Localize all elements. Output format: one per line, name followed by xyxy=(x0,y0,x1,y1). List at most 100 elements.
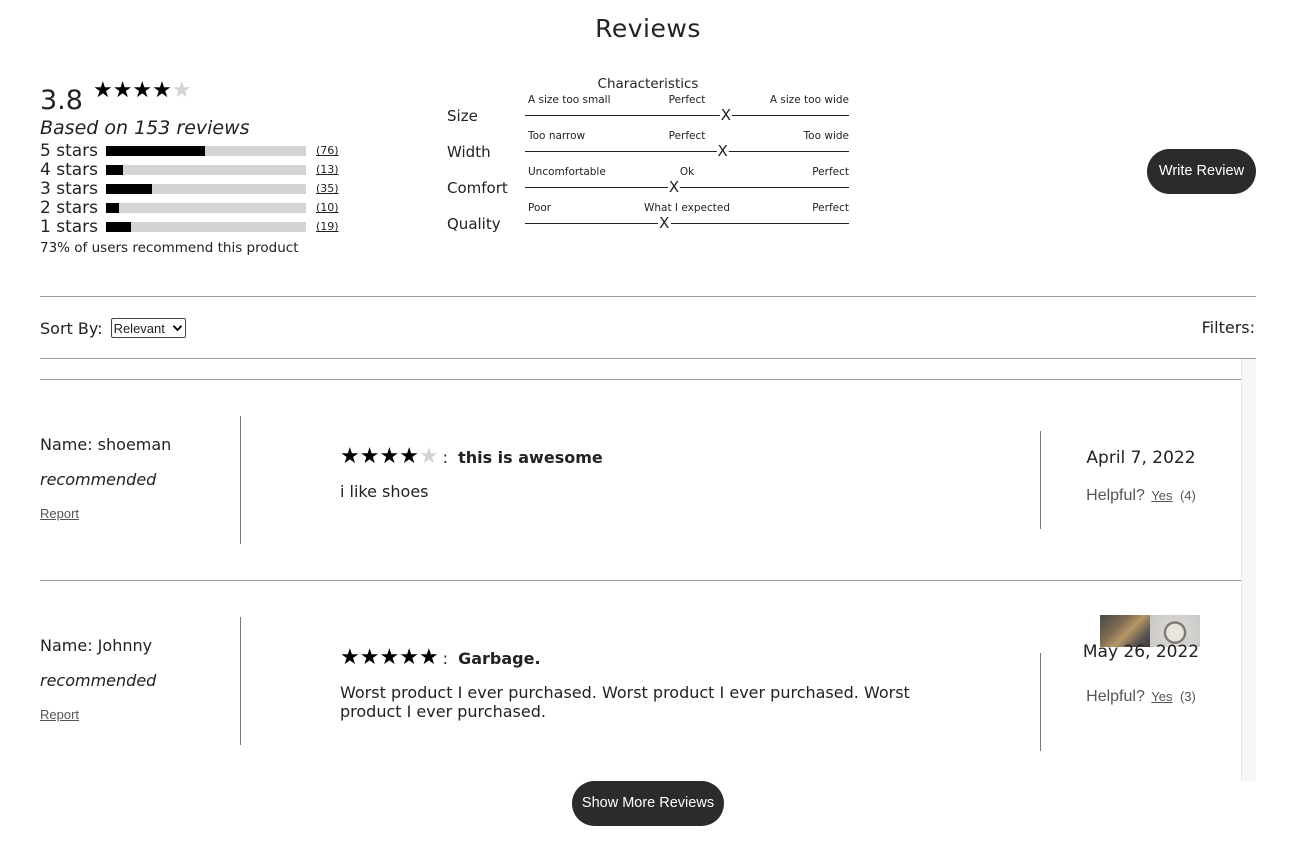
breakdown-row-1[interactable]: 1 stars (19) xyxy=(40,216,360,237)
breakdown-bar-fill xyxy=(106,221,131,232)
characteristic-quality: Quality Poor What I expected Perfect X xyxy=(447,200,849,236)
breakdown-bar xyxy=(106,183,306,194)
breakdown-bar xyxy=(106,221,306,232)
characteristic-width: Width Too narrow Perfect Too wide X xyxy=(447,128,849,164)
review-summary: Garbage. xyxy=(458,648,541,668)
scale-line xyxy=(525,223,849,224)
divider xyxy=(40,296,1256,297)
scale-mid-label: Perfect xyxy=(668,130,706,142)
helpful-yes-link[interactable]: Yes xyxy=(1151,689,1172,704)
rating-summary: 3.8 ★ ★ ★ ★ ★ Based on 153 reviews 5 stars (… xyxy=(40,78,360,257)
characteristic-name: Quality xyxy=(447,215,501,233)
write-review-button[interactable]: Write Review xyxy=(1147,149,1256,194)
scale-marker: X xyxy=(658,214,671,232)
helpful-section: Helpful? Yes (3) xyxy=(1041,688,1241,706)
scale-mid-label: What I expected xyxy=(644,202,730,214)
scale-high-label: Perfect xyxy=(812,202,849,214)
star-filled-icon: ★ xyxy=(152,78,172,103)
page-title: Reviews xyxy=(595,14,701,43)
rating-breakdown: 5 stars (76) 4 stars (13) 3 stars (35) 2… xyxy=(40,140,360,237)
review-content: ★ ★ ★ ★ ★ : Garbage. Worst product I ever pu… xyxy=(340,647,940,722)
characteristic-name: Width xyxy=(447,143,491,161)
helpful-section: Helpful? Yes (4) xyxy=(1041,487,1241,505)
review-body: i like shoes xyxy=(340,482,429,501)
breakdown-bar xyxy=(106,164,306,175)
recommended-label: recommended xyxy=(40,470,157,489)
breakdown-row-2[interactable]: 2 stars (10) xyxy=(40,198,360,218)
reviews-list[interactable]: Name: shoeman recommended Report ★ ★ ★ ★ ★ :… xyxy=(40,359,1256,781)
report-link[interactable]: Report xyxy=(40,707,79,722)
review-meta: May 26, 2022 Helpful? Yes (3) xyxy=(1040,642,1241,751)
star-filled-icon: ★ xyxy=(379,444,400,469)
star-filled-icon: ★ xyxy=(340,645,360,670)
breakdown-count-link[interactable]: (13) xyxy=(316,163,339,176)
breakdown-count-link[interactable]: (10) xyxy=(316,201,339,214)
review-card: Name: Johnny recommended Report ★ ★ ★ ★ ★ : … xyxy=(40,580,1241,781)
characteristic-scale: Uncomfortable Ok Perfect X xyxy=(525,166,849,200)
breakdown-row-3[interactable]: 3 stars (35) xyxy=(40,178,360,199)
sort-selected-value: Relevant xyxy=(113,320,165,336)
breakdown-count-link[interactable]: (35) xyxy=(316,182,339,195)
breakdown-bar-fill xyxy=(106,164,123,175)
review-date: May 26, 2022 xyxy=(1082,642,1200,662)
review-body: Worst product I ever purchased. Worst pr… xyxy=(340,683,910,721)
headline-separator: : xyxy=(442,648,449,668)
star-empty-icon: ★ xyxy=(418,444,439,469)
star-filled-icon: ★ xyxy=(92,78,113,103)
show-more-reviews-button[interactable]: Show More Reviews xyxy=(572,781,724,826)
breakdown-count-link[interactable]: (76) xyxy=(316,144,339,157)
headline-separator: : xyxy=(442,447,449,467)
reviewer-info: Name: Johnny recommended Report xyxy=(40,617,241,745)
recommended-label: recommended xyxy=(40,671,157,690)
characteristic-name: Comfort xyxy=(447,179,508,197)
sort-control: Sort By: Relevant xyxy=(40,318,186,338)
scale-marker: X xyxy=(719,106,733,124)
reviewer-name: Name: shoeman xyxy=(40,435,172,454)
star-filled-icon: ★ xyxy=(359,645,380,670)
characteristic-scale: Too narrow Perfect Too wide X xyxy=(525,130,849,164)
characteristic-scale: Poor What I expected Perfect X xyxy=(525,202,849,236)
characteristics-title: Characteristics xyxy=(597,76,699,92)
sort-select[interactable]: Relevant xyxy=(110,318,186,338)
average-rating: 3.8 xyxy=(40,85,83,116)
filters-label[interactable]: Filters: xyxy=(1202,318,1255,337)
reviews-scrollbar[interactable] xyxy=(1241,359,1256,781)
breakdown-row-4[interactable]: 4 stars (13) xyxy=(40,160,360,180)
breakdown-label: 3 stars xyxy=(40,178,99,199)
scale-line xyxy=(525,151,849,152)
scale-marker: X xyxy=(716,142,729,160)
star-filled-icon: ★ xyxy=(132,78,153,103)
star-filled-icon: ★ xyxy=(379,645,400,670)
helpful-count: (3) xyxy=(1179,689,1196,704)
scale-mid-label: Perfect xyxy=(668,94,706,106)
helpful-count: (4) xyxy=(1179,488,1196,503)
breakdown-bar-fill xyxy=(106,202,120,213)
review-stars: ★ ★ ★ ★ ★ xyxy=(340,446,439,468)
breakdown-label: 1 stars xyxy=(40,216,99,237)
scale-marker: X xyxy=(667,178,681,196)
chevron-down-icon xyxy=(172,325,182,331)
helpful-label: Helpful? xyxy=(1086,688,1145,705)
breakdown-bar-fill xyxy=(106,183,152,194)
star-filled-icon: ★ xyxy=(340,444,360,469)
review-meta: April 7, 2022 Helpful? Yes (4) xyxy=(1040,431,1241,529)
scale-line xyxy=(525,187,849,188)
breakdown-row-5[interactable]: 5 stars (76) xyxy=(40,140,360,161)
star-empty-icon: ★ xyxy=(171,78,192,103)
scale-high-label: Perfect xyxy=(812,166,849,178)
report-link[interactable]: Report xyxy=(40,506,79,521)
breakdown-label: 5 stars xyxy=(40,140,99,161)
review-count-text: Based on 153 reviews xyxy=(40,117,250,139)
helpful-yes-link[interactable]: Yes xyxy=(1151,488,1172,503)
star-filled-icon: ★ xyxy=(399,645,419,670)
scale-mid-label: Ok xyxy=(679,166,695,178)
reviewer-info: Name: shoeman recommended Report xyxy=(40,416,241,544)
review-headline: ★ ★ ★ ★ ★ : Garbage. xyxy=(340,647,940,669)
characteristic-name: Size xyxy=(447,107,478,125)
average-rating-row: 3.8 ★ ★ ★ ★ ★ xyxy=(40,78,360,117)
review-date: April 7, 2022 xyxy=(1086,448,1196,468)
scale-high-label: A size too wide xyxy=(769,94,849,106)
characteristic-comfort: Comfort Uncomfortable Ok Perfect X xyxy=(447,164,849,200)
breakdown-count-link[interactable]: (19) xyxy=(316,220,339,233)
sort-label: Sort By: xyxy=(40,318,103,338)
